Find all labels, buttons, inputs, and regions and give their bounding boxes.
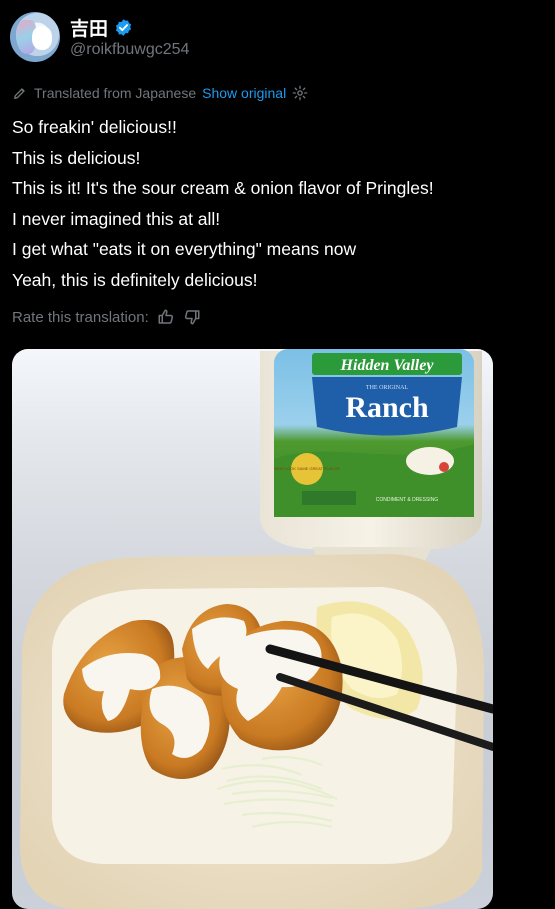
- ranch-bottle: Hidden Valley THE ORIGINAL Ranch NEW LOO…: [260, 349, 482, 567]
- tweet-line: This is it! It's the sour cream & onion …: [12, 178, 434, 198]
- bottle-note: NEW LOOK SAME GREAT FLAVOR: [274, 466, 339, 471]
- gear-icon[interactable]: [292, 85, 308, 101]
- tweet-line: I get what "eats it on everything" means…: [12, 239, 357, 259]
- tweet-line: This is delicious!: [12, 147, 141, 168]
- verified-badge-icon: [115, 19, 132, 36]
- food-photo-illustration: Hidden Valley THE ORIGINAL Ranch NEW LOO…: [12, 349, 493, 909]
- translated-label: Translated from Japanese: [34, 85, 197, 101]
- rate-translation: Rate this translation:: [12, 308, 201, 326]
- name-row: 吉田: [70, 14, 133, 41]
- rate-label: Rate this translation:: [12, 308, 149, 326]
- bottle-bottom-text: CONDIMENT & DRESSING: [376, 497, 439, 503]
- show-original-link[interactable]: Show original: [202, 85, 286, 101]
- display-name[interactable]: 吉田: [70, 14, 108, 41]
- bottle-brand: Hidden Valley: [340, 357, 435, 374]
- tweet-line: So freakin' delicious!!: [12, 117, 177, 137]
- tweet-line: I never imagined this at all!: [12, 208, 221, 229]
- tweet-line: Yeah, this is definitely delicious!: [12, 269, 258, 290]
- translate-icon: [14, 88, 25, 99]
- thumbs-down-icon[interactable]: [183, 308, 201, 326]
- tweet-text: So freakin' delicious!! This is deliciou…: [12, 112, 542, 295]
- bottle-product: Ranch: [345, 391, 429, 424]
- tweet-photo[interactable]: Hidden Valley THE ORIGINAL Ranch NEW LOO…: [12, 349, 493, 909]
- tweet-header: 吉田 @roikfbuwgc254: [10, 12, 545, 64]
- food-tray: [20, 554, 493, 909]
- handle[interactable]: @roikfbuwgc254: [70, 41, 189, 59]
- thumbs-up-icon[interactable]: [157, 308, 175, 326]
- avatar[interactable]: [10, 12, 60, 62]
- translation-bar: Translated from Japanese Show original: [12, 85, 308, 101]
